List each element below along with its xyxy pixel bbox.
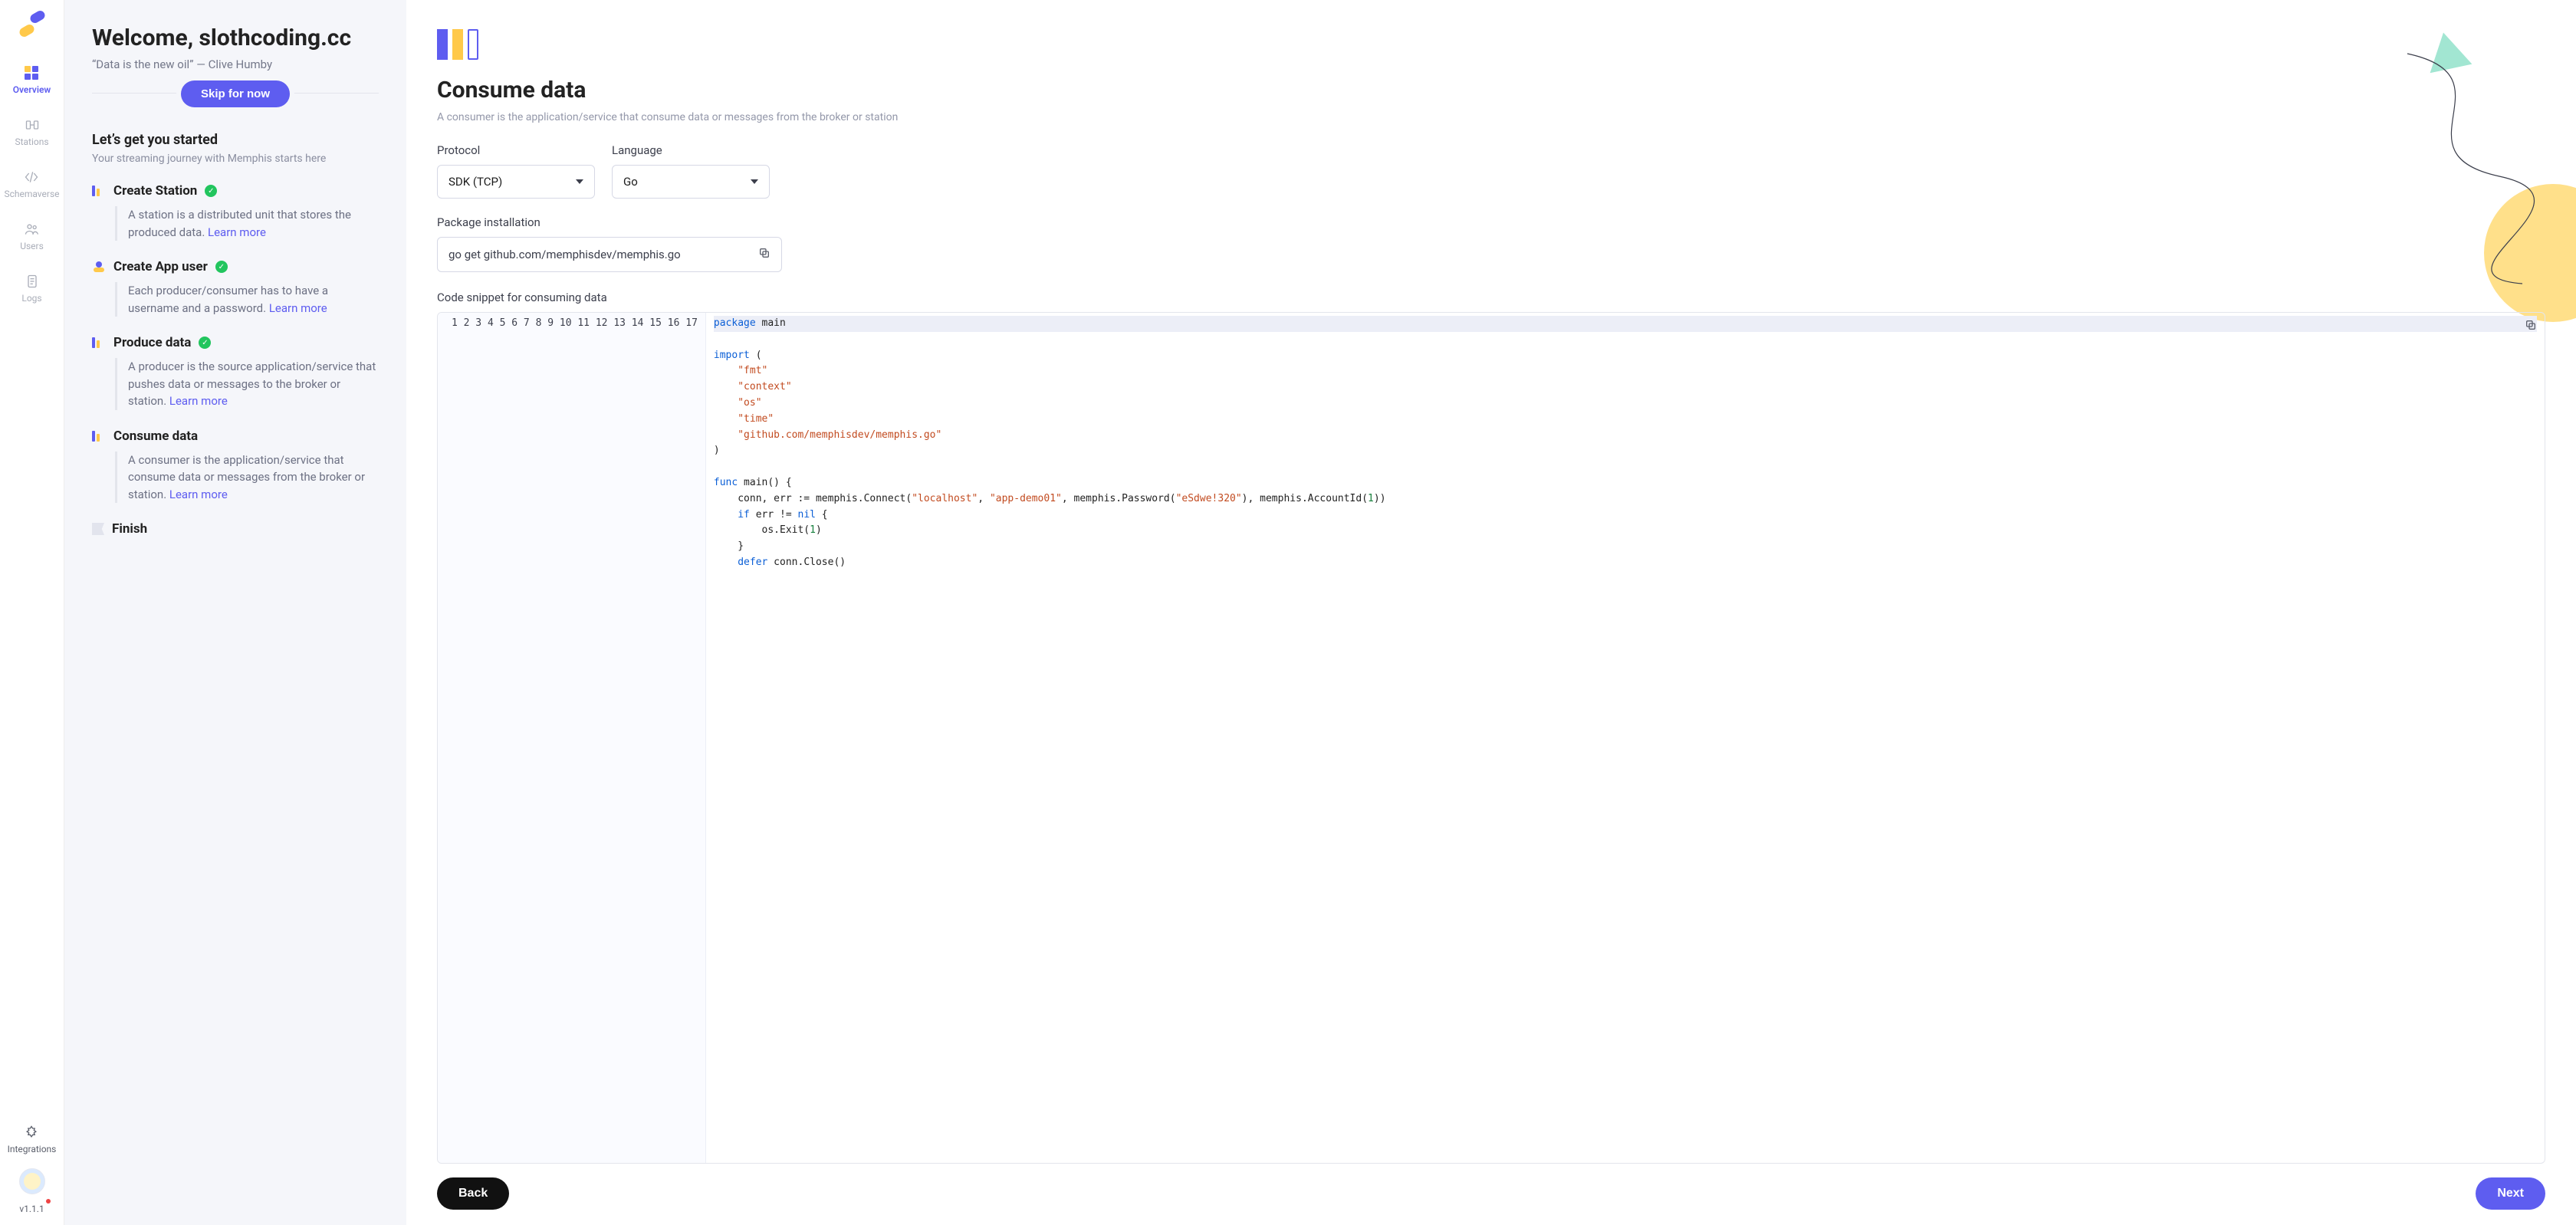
step-create-station: Create Station ✓ A station is a distribu… — [92, 183, 379, 241]
step-body: A producer is the source application/ser… — [115, 358, 379, 410]
step-title: Finish — [112, 521, 147, 537]
code-body: package main import ( "fmt" "context" "o… — [706, 313, 2545, 1163]
decoration-triangle — [2423, 28, 2472, 74]
nav-users[interactable]: Users — [20, 221, 44, 251]
install-command-box: go get github.com/memphisdev/memphis.go — [437, 237, 782, 272]
step-body: A consumer is the application/service th… — [115, 452, 379, 504]
snippet-label: Code snippet for consuming data — [437, 291, 2545, 304]
install-command: go get github.com/memphisdev/memphis.go — [449, 248, 681, 261]
station-icon — [92, 186, 106, 196]
user-avatar[interactable] — [19, 1168, 45, 1194]
schemaverse-icon — [23, 169, 40, 186]
section-brand-icon — [437, 26, 2545, 60]
copy-code-icon[interactable] — [2525, 319, 2537, 334]
install-label: Package installation — [437, 215, 2545, 229]
nav-overview-label: Overview — [13, 84, 51, 95]
nav-schemaverse-label: Schemaverse — [4, 189, 59, 199]
step-body: A station is a distributed unit that sto… — [115, 206, 379, 241]
chevron-down-icon — [751, 179, 758, 184]
stations-icon — [24, 117, 41, 133]
get-started-heading: Let’s get you started — [92, 132, 379, 148]
users-icon — [23, 221, 40, 238]
language-label: Language — [612, 143, 770, 157]
check-icon: ✓ — [205, 185, 217, 197]
protocol-label: Protocol — [437, 143, 595, 157]
check-icon: ✓ — [199, 337, 211, 349]
main-description: A consumer is the application/service th… — [437, 111, 2545, 123]
nav-stations-label: Stations — [15, 136, 48, 147]
nav-stations[interactable]: Stations — [15, 117, 48, 147]
code-editor[interactable]: 1 2 3 4 5 6 7 8 9 10 11 12 13 14 15 16 1… — [437, 312, 2545, 1164]
step-body: Each producer/consumer has to have a use… — [115, 282, 379, 317]
language-field: Language Go — [612, 143, 770, 199]
step-create-app-user: Create App user ✓ Each producer/consumer… — [92, 259, 379, 317]
onboarding-panel: Welcome, slothcoding.cc “Data is the new… — [64, 0, 406, 1225]
welcome-heading: Welcome, slothcoding.cc — [92, 25, 379, 51]
nav-integrations-label: Integrations — [8, 1144, 57, 1154]
step-title: Consume data — [113, 429, 198, 444]
step-consume-data: Consume data A consumer is the applicati… — [92, 429, 379, 504]
step-finish: Finish — [92, 521, 379, 537]
nav-integrations[interactable]: Integrations — [8, 1124, 57, 1154]
skip-button[interactable]: Skip for now — [181, 80, 290, 107]
language-select[interactable]: Go — [612, 165, 770, 199]
next-button[interactable]: Next — [2476, 1177, 2545, 1210]
language-value: Go — [623, 175, 638, 189]
overview-icon — [23, 64, 40, 81]
app-user-icon — [92, 261, 106, 272]
main-panel: Consume data A consumer is the applicati… — [406, 0, 2576, 1225]
protocol-select[interactable]: SDK (TCP) — [437, 165, 595, 199]
get-started-sub: Your streaming journey with Memphis star… — [92, 153, 379, 165]
consume-icon — [92, 431, 106, 442]
step-title: Produce data — [113, 335, 191, 350]
copy-icon[interactable] — [758, 247, 770, 262]
welcome-quote: “Data is the new oil” — Clive Humby — [92, 57, 379, 71]
update-dot-icon — [46, 1199, 51, 1204]
produce-icon — [92, 337, 106, 348]
back-button[interactable]: Back — [437, 1177, 509, 1210]
code-gutter: 1 2 3 4 5 6 7 8 9 10 11 12 13 14 15 16 1… — [438, 313, 706, 1163]
nav-overview[interactable]: Overview — [13, 64, 51, 95]
nav-users-label: Users — [20, 241, 44, 251]
protocol-value: SDK (TCP) — [449, 175, 502, 189]
nav-schemaverse[interactable]: Schemaverse — [4, 169, 59, 199]
learn-more-link[interactable]: Learn more — [269, 301, 327, 315]
flag-icon — [92, 523, 104, 535]
step-title: Create Station — [113, 183, 197, 199]
nav-logs[interactable]: Logs — [21, 273, 41, 304]
nav-rail: Overview Stations Schemaverse Users Logs… — [0, 0, 64, 1225]
learn-more-link[interactable]: Learn more — [169, 488, 228, 501]
learn-more-link[interactable]: Learn more — [169, 394, 228, 408]
step-produce-data: Produce data ✓ A producer is the source … — [92, 335, 379, 410]
nav-logs-label: Logs — [21, 293, 41, 304]
check-icon: ✓ — [215, 261, 228, 273]
chevron-down-icon — [576, 179, 583, 184]
step-title: Create App user — [113, 259, 208, 274]
integrations-icon — [23, 1124, 40, 1141]
protocol-field: Protocol SDK (TCP) — [437, 143, 595, 199]
main-title: Consume data — [437, 77, 2545, 103]
learn-more-link[interactable]: Learn more — [208, 225, 266, 239]
logs-icon — [24, 273, 41, 290]
version-label: v1.1.1 — [19, 1204, 44, 1214]
brand-logo — [19, 11, 45, 37]
